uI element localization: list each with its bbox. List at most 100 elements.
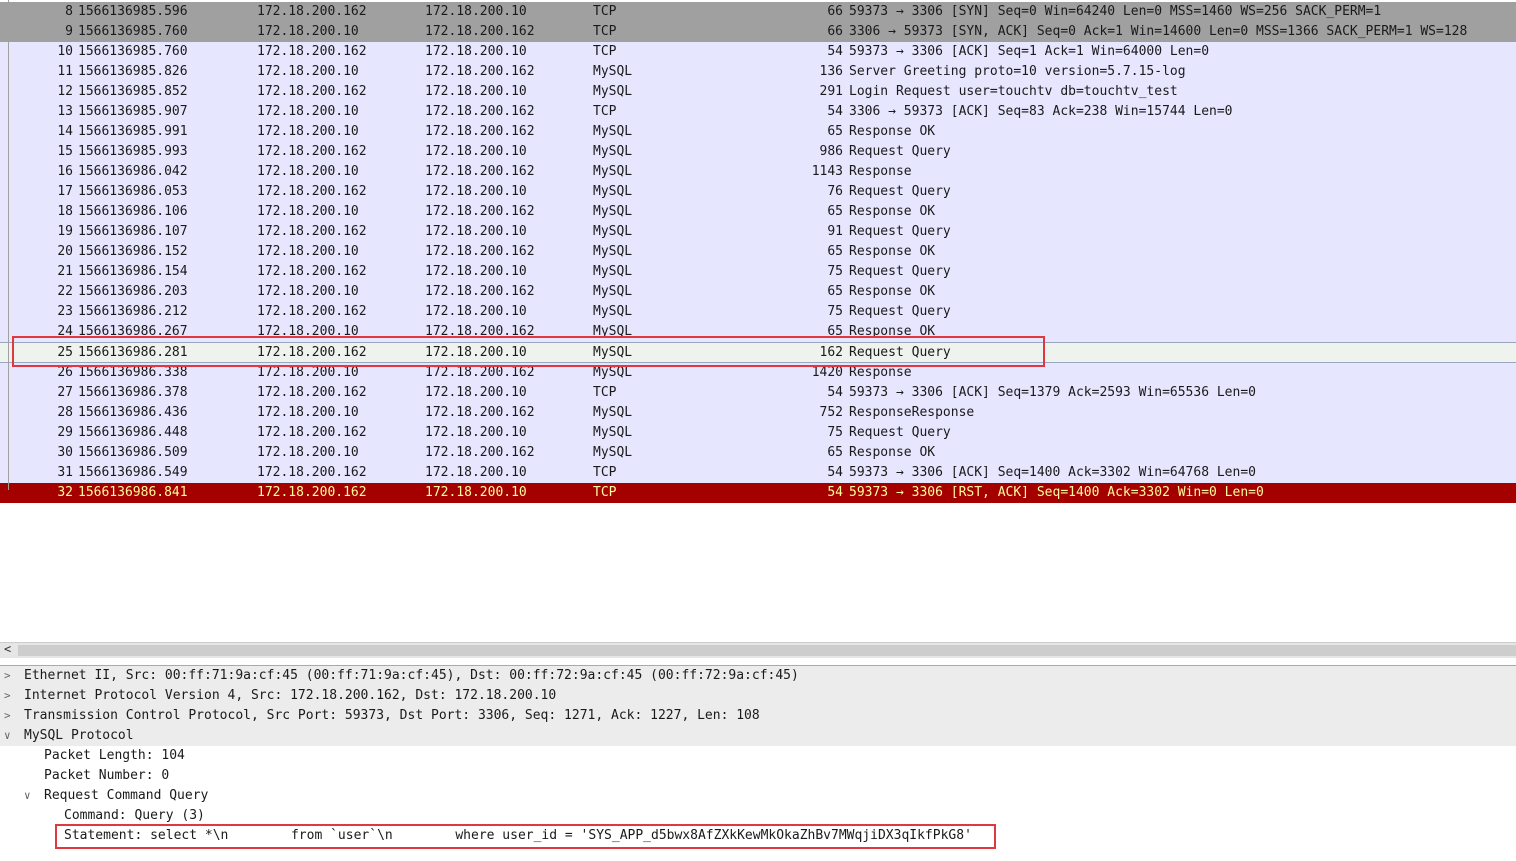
packet-src: 172.18.200.10 <box>257 24 359 39</box>
chevron-down-icon[interactable]: ∨ <box>4 726 11 746</box>
packet-row[interactable]: 12 1566136985.852 172.18.200.162 172.18.200… <box>0 82 1516 102</box>
packet-time: 1566136986.549 <box>78 465 188 480</box>
detail-item[interactable]: Packet Length: 104 <box>0 746 1516 766</box>
detail-item[interactable]: > Ethernet II, Src: 00:ff:71:9a:cf:45 (00… <box>0 666 1516 686</box>
packet-no: 22 <box>57 284 73 299</box>
chevron-right-icon[interactable]: > <box>4 666 11 686</box>
packet-row[interactable]: 23 1566136986.212 172.18.200.162 172.18.200… <box>0 302 1516 322</box>
packet-row[interactable]: 29 1566136986.448 172.18.200.162 172.18.200… <box>0 423 1516 443</box>
packet-info: Response OK <box>849 124 936 139</box>
packet-src: 172.18.200.10 <box>257 244 359 259</box>
packet-src: 172.18.200.162 <box>257 144 367 159</box>
packet-no: 13 <box>57 104 73 119</box>
packet-dst: 172.18.200.162 <box>425 124 535 139</box>
scrollbar-thumb[interactable] <box>18 645 1516 656</box>
detail-item[interactable]: > Transmission Control Protocol, Src Port… <box>0 706 1516 726</box>
packet-row[interactable]: 10 1566136985.760 172.18.200.162 172.18.200… <box>0 42 1516 62</box>
packet-row[interactable]: 28 1566136986.436 172.18.200.10 172.18.200.… <box>0 403 1516 423</box>
packet-row[interactable]: 16 1566136986.042 172.18.200.10 172.18.200.… <box>0 162 1516 182</box>
packet-len: 54 <box>827 104 843 119</box>
packet-no: 29 <box>57 425 73 440</box>
packet-proto: MySQL <box>593 84 633 99</box>
packet-src: 172.18.200.162 <box>257 4 367 19</box>
packet-len: 65 <box>827 124 843 139</box>
highlight-box-selected-packet <box>12 336 1045 367</box>
packet-src: 172.18.200.10 <box>257 104 359 119</box>
packet-info: Request Query <box>849 304 951 319</box>
packet-info: Request Query <box>849 224 951 239</box>
packet-no: 9 <box>65 24 73 39</box>
packet-len: 65 <box>827 244 843 259</box>
packet-list[interactable]: 8 1566136985.596 172.18.200.162 172.18.200.… <box>0 2 1516 503</box>
packet-time: 1566136986.107 <box>78 224 188 239</box>
packet-details-tree[interactable]: > Ethernet II, Src: 00:ff:71:9a:cf:45 (00… <box>0 665 1516 846</box>
packet-row[interactable]: 19 1566136986.107 172.18.200.162 172.18.200… <box>0 222 1516 242</box>
packet-row[interactable]: 18 1566136986.106 172.18.200.10 172.18.200.… <box>0 202 1516 222</box>
packet-row[interactable]: 22 1566136986.203 172.18.200.10 172.18.200.… <box>0 282 1516 302</box>
packet-len: 65 <box>827 204 843 219</box>
packet-row[interactable]: 31 1566136986.549 172.18.200.162 172.18.200… <box>0 463 1516 483</box>
packet-row[interactable]: 20 1566136986.152 172.18.200.10 172.18.200.… <box>0 242 1516 262</box>
packet-time: 1566136986.841 <box>78 485 188 500</box>
packet-dst: 172.18.200.162 <box>425 204 535 219</box>
packet-row[interactable]: 15 1566136985.993 172.18.200.162 172.18.200… <box>0 142 1516 162</box>
packet-info: 59373 → 3306 [RST, ACK] Seq=1400 Ack=330… <box>849 485 1264 500</box>
packet-row[interactable]: 27 1566136986.378 172.18.200.162 172.18.200… <box>0 383 1516 403</box>
detail-item[interactable]: > Internet Protocol Version 4, Src: 172.1… <box>0 686 1516 706</box>
packet-row[interactable]: 13 1566136985.907 172.18.200.10 172.18.200.… <box>0 102 1516 122</box>
packet-row[interactable]: 32 1566136986.841 172.18.200.162 172.18.200… <box>0 483 1516 503</box>
packet-info: 3306 → 59373 [SYN, ACK] Seq=0 Ack=1 Win=… <box>849 24 1468 39</box>
packet-len: 65 <box>827 445 843 460</box>
packet-time: 1566136986.203 <box>78 284 188 299</box>
chevron-down-icon[interactable]: ∨ <box>24 786 31 806</box>
packet-src: 172.18.200.162 <box>257 485 367 500</box>
packet-row[interactable]: 9 1566136985.760 172.18.200.10 172.18.200.1… <box>0 22 1516 42</box>
packet-row[interactable]: 17 1566136986.053 172.18.200.162 172.18.200… <box>0 182 1516 202</box>
packet-dst: 172.18.200.162 <box>425 405 535 420</box>
detail-item[interactable]: Command: Query (3) <box>0 806 1516 826</box>
packet-info: Request Query <box>849 184 951 199</box>
packet-proto: MySQL <box>593 224 633 239</box>
detail-item[interactable]: Packet Number: 0 <box>0 766 1516 786</box>
packet-time: 1566136985.993 <box>78 144 188 159</box>
packet-src: 172.18.200.162 <box>257 224 367 239</box>
detail-text: Internet Protocol Version 4, Src: 172.18… <box>24 688 557 703</box>
packet-proto: MySQL <box>593 64 633 79</box>
packet-src: 172.18.200.162 <box>257 304 367 319</box>
packet-info: Login Request user=touchtv db=touchtv_te… <box>849 84 1178 99</box>
packet-proto: MySQL <box>593 164 633 179</box>
packet-info: 3306 → 59373 [ACK] Seq=83 Ack=238 Win=15… <box>849 104 1233 119</box>
packet-proto: TCP <box>593 104 617 119</box>
packet-row[interactable]: 30 1566136986.509 172.18.200.10 172.18.200.… <box>0 443 1516 463</box>
packet-src: 172.18.200.10 <box>257 405 359 420</box>
packet-time: 1566136985.760 <box>78 24 188 39</box>
packet-dst: 172.18.200.162 <box>425 164 535 179</box>
packet-row[interactable]: 11 1566136985.826 172.18.200.10 172.18.200.… <box>0 62 1516 82</box>
packet-row[interactable]: 14 1566136985.991 172.18.200.10 172.18.200.… <box>0 122 1516 142</box>
packet-info: Response OK <box>849 244 936 259</box>
packet-src: 172.18.200.10 <box>257 124 359 139</box>
packet-row[interactable]: 21 1566136986.154 172.18.200.162 172.18.200… <box>0 262 1516 282</box>
packet-time: 1566136986.378 <box>78 385 188 400</box>
detail-item[interactable]: ∨ Request Command Query <box>0 786 1516 806</box>
packet-proto: TCP <box>593 44 617 59</box>
packet-proto: TCP <box>593 485 617 500</box>
packet-proto: MySQL <box>593 304 633 319</box>
packet-time: 1566136985.907 <box>78 104 188 119</box>
packet-proto: MySQL <box>593 264 633 279</box>
packet-len: 986 <box>819 144 843 159</box>
packet-proto: MySQL <box>593 144 633 159</box>
packet-src: 172.18.200.162 <box>257 44 367 59</box>
packet-info: Request Query <box>849 144 951 159</box>
horizontal-scrollbar[interactable]: < <box>0 642 1516 658</box>
detail-text: Ethernet II, Src: 00:ff:71:9a:cf:45 (00:… <box>24 668 799 683</box>
chevron-right-icon[interactable]: > <box>4 706 11 726</box>
chevron-right-icon[interactable]: > <box>4 686 11 706</box>
detail-item[interactable]: ∨ MySQL Protocol <box>0 726 1516 746</box>
packet-row[interactable]: 8 1566136985.596 172.18.200.162 172.18.200.… <box>0 2 1516 22</box>
scroll-left-icon[interactable]: < <box>4 642 11 656</box>
packet-dst: 172.18.200.162 <box>425 284 535 299</box>
packet-no: 11 <box>57 64 73 79</box>
packet-info: 59373 → 3306 [ACK] Seq=1379 Ack=2593 Win… <box>849 385 1256 400</box>
packet-time: 1566136986.106 <box>78 204 188 219</box>
